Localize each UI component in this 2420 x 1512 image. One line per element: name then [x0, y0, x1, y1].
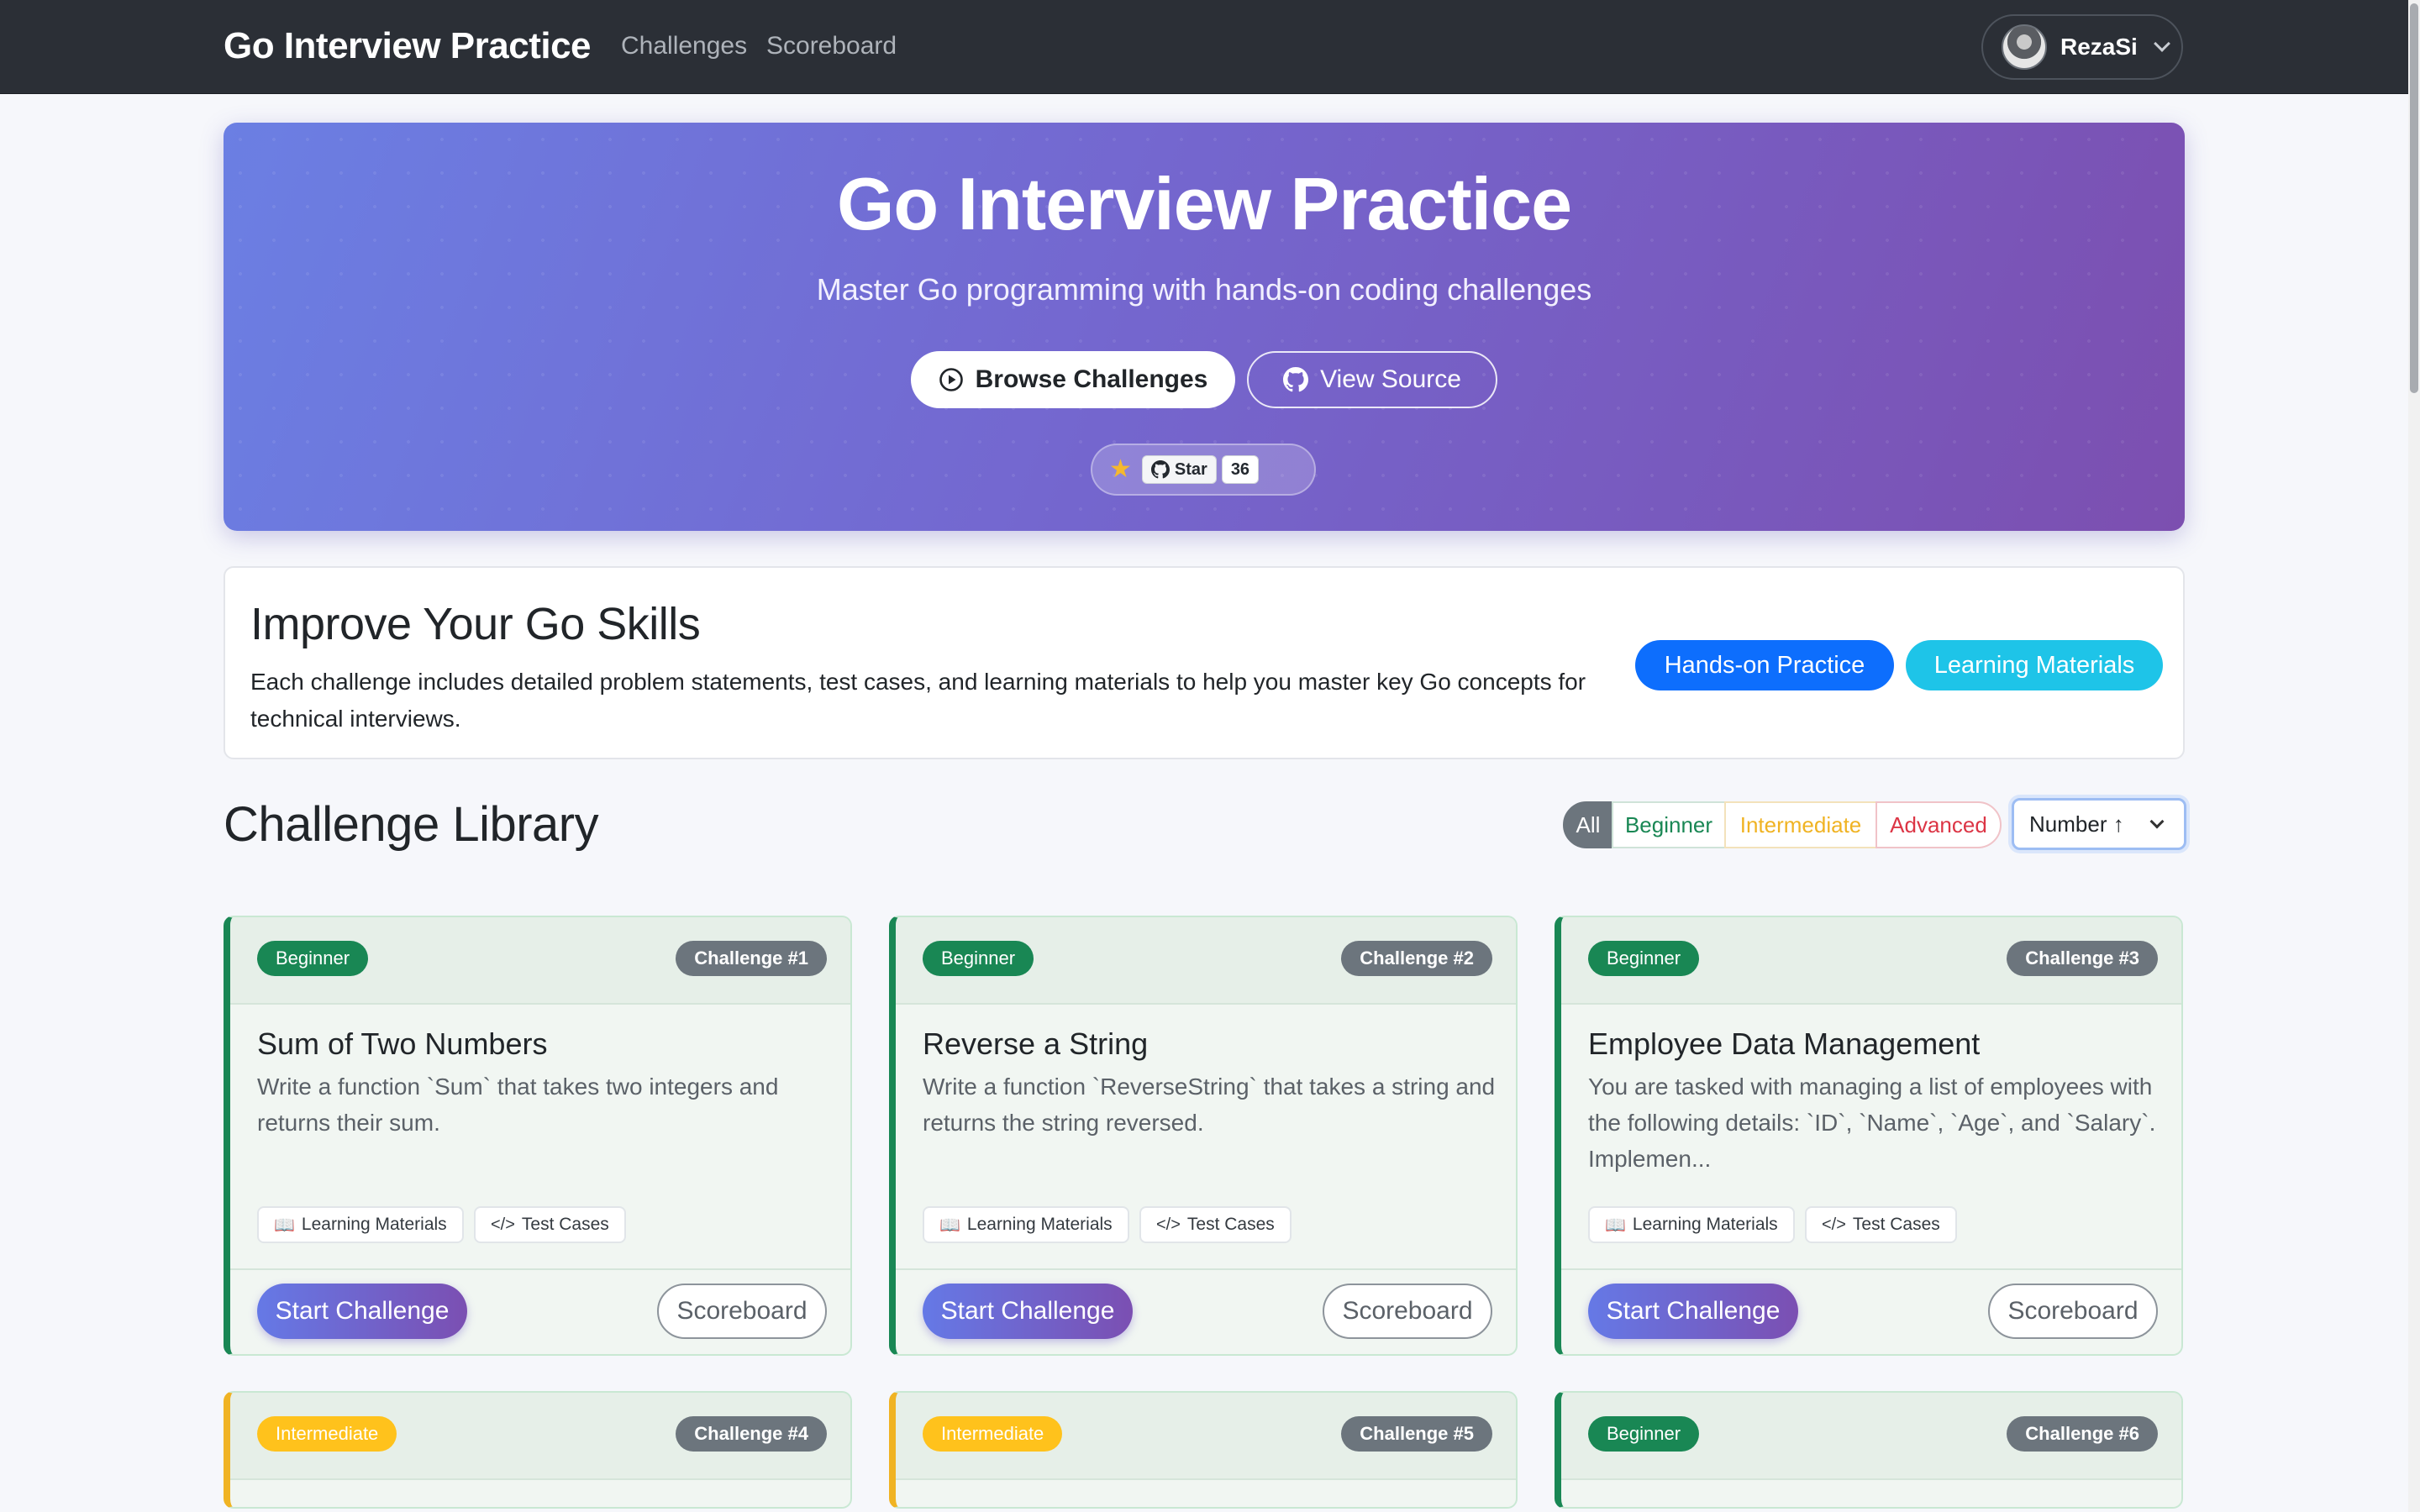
tag-label: Test Cases: [1852, 1215, 1940, 1234]
difficulty-badge: Beginner: [1588, 941, 1700, 976]
card-header: Beginner Challenge #2: [896, 917, 1516, 1005]
filter-all-button[interactable]: All: [1563, 801, 1613, 848]
improve-description: Each challenge includes detailed problem…: [250, 669, 1586, 732]
start-challenge-button[interactable]: Start Challenge: [923, 1284, 1133, 1339]
filter-beginner-button[interactable]: Beginner: [1612, 801, 1726, 848]
user-menu-button[interactable]: RezaSi: [1981, 14, 2183, 80]
challenge-title: Employee Data Management: [1588, 1026, 1981, 1061]
tag-label: Learning Materials: [966, 1215, 1113, 1234]
improve-skills-card: Improve Your Go Skills Each challenge in…: [224, 566, 2185, 759]
improve-title: Improve Your Go Skills: [250, 599, 701, 649]
challenge-number-badge: Challenge #3: [2007, 941, 2158, 976]
chevron-down-icon: [2153, 35, 2170, 52]
challenge-description: Write a function `ReverseString` that ta…: [923, 1074, 1496, 1136]
browse-challenges-label: Browse Challenges: [975, 365, 1208, 393]
challenge-number-badge: Challenge #6: [2007, 1416, 2158, 1452]
star-icon: ★: [1109, 455, 1132, 483]
filter-advanced-button[interactable]: Advanced: [1876, 801, 2002, 848]
card-footer: Start Challenge Scoreboard: [896, 1268, 1516, 1354]
hero-title: Go Interview Practice: [836, 162, 1572, 245]
github-star-count[interactable]: 36: [1221, 455, 1260, 484]
nav-link-scoreboard[interactable]: Scoreboard: [766, 32, 897, 60]
github-star-label: Star: [1174, 459, 1207, 479]
brand-logo[interactable]: Go Interview Practice: [224, 25, 592, 67]
scoreboard-button[interactable]: Scoreboard: [657, 1284, 827, 1339]
tag-label: Test Cases: [1186, 1215, 1275, 1234]
card-footer: Start Challenge Scoreboard: [1561, 1268, 2181, 1354]
challenge-card: Beginner Challenge #2 Reverse a String W…: [889, 916, 1518, 1356]
user-name: RezaSi: [2060, 34, 2138, 60]
challenge-number-badge: Challenge #5: [1341, 1416, 1492, 1452]
hero-banner: Go Interview Practice Master Go programm…: [224, 123, 2185, 531]
code-icon: </>: [1822, 1215, 1846, 1234]
difficulty-badge: Beginner: [923, 941, 1034, 976]
book-icon: 📖: [274, 1215, 295, 1235]
tag-label: Learning Materials: [301, 1215, 447, 1234]
scoreboard-button[interactable]: Scoreboard: [1323, 1284, 1492, 1339]
card-header: Beginner Challenge #3: [1561, 917, 2181, 1005]
challenge-card: Intermediate Challenge #5: [889, 1391, 1518, 1509]
scrollbar-thumb[interactable]: [2410, 3, 2418, 393]
challenge-card: Beginner Challenge #1 Sum of Two Numbers…: [224, 916, 852, 1356]
view-source-label: View Source: [1320, 365, 1461, 393]
github-star-button[interactable]: Star: [1141, 455, 1217, 484]
github-icon: [1150, 460, 1170, 479]
hero-subtitle: Master Go programming with hands-on codi…: [816, 272, 1592, 307]
difficulty-badge: Intermediate: [923, 1416, 1063, 1452]
card-footer: Start Challenge Scoreboard: [230, 1268, 850, 1354]
code-icon: </>: [491, 1215, 515, 1234]
challenge-card: Beginner Challenge #6: [1555, 1391, 2183, 1509]
github-star-widget: ★ Star 36: [1091, 444, 1316, 496]
card-header: Intermediate Challenge #4: [230, 1393, 850, 1480]
tag-label: Learning Materials: [1632, 1215, 1778, 1234]
test-cases-tag: </> Test Cases: [474, 1206, 626, 1243]
difficulty-badge: Beginner: [1588, 1416, 1700, 1452]
filter-intermediate-button[interactable]: Intermediate: [1724, 801, 1877, 848]
challenge-title: Reverse a String: [923, 1026, 1149, 1061]
card-header: Beginner Challenge #6: [1561, 1393, 2181, 1480]
hands-on-practice-badge: Hands-on Practice: [1635, 640, 1894, 690]
tag-label: Test Cases: [521, 1215, 609, 1234]
difficulty-badge: Intermediate: [257, 1416, 397, 1452]
browse-challenges-button[interactable]: Browse Challenges: [911, 351, 1235, 408]
card-header: Beginner Challenge #1: [230, 917, 850, 1005]
start-challenge-button[interactable]: Start Challenge: [1588, 1284, 1798, 1339]
challenge-card: Intermediate Challenge #4: [224, 1391, 852, 1509]
test-cases-tag: </> Test Cases: [1805, 1206, 1957, 1243]
start-challenge-button[interactable]: Start Challenge: [257, 1284, 467, 1339]
challenge-title: Sum of Two Numbers: [257, 1026, 548, 1061]
test-cases-tag: </> Test Cases: [1139, 1206, 1292, 1243]
challenge-number-badge: Challenge #4: [676, 1416, 827, 1452]
book-icon: 📖: [939, 1215, 960, 1235]
navbar: Go Interview Practice Challenges Scorebo…: [0, 0, 2408, 94]
challenge-description: Write a function `Sum` that takes two in…: [257, 1074, 779, 1136]
difficulty-badge: Beginner: [257, 941, 369, 976]
challenge-number-badge: Challenge #1: [676, 941, 827, 976]
challenge-number-badge: Challenge #2: [1341, 941, 1492, 976]
learning-materials-tag: 📖 Learning Materials: [257, 1206, 464, 1243]
nav-link-challenges[interactable]: Challenges: [621, 32, 747, 60]
github-icon: [1283, 367, 1309, 392]
challenge-description: You are tasked with managing a list of e…: [1588, 1074, 2156, 1172]
learning-materials-tag: 📖 Learning Materials: [923, 1206, 1129, 1243]
code-icon: </>: [1156, 1215, 1181, 1234]
sort-select[interactable]: Number ↑: [2012, 798, 2186, 850]
learning-materials-tag: 📖 Learning Materials: [1588, 1206, 1795, 1243]
play-circle-icon: [939, 367, 964, 392]
sort-value: Number ↑: [2029, 811, 2124, 837]
book-icon: 📖: [1605, 1215, 1626, 1235]
learning-materials-badge: Learning Materials: [1906, 640, 2163, 690]
view-source-button[interactable]: View Source: [1247, 351, 1497, 408]
scoreboard-button[interactable]: Scoreboard: [1988, 1284, 2158, 1339]
challenge-card: Beginner Challenge #3 Employee Data Mana…: [1555, 916, 2183, 1356]
avatar: [2002, 24, 2047, 70]
difficulty-filter: All Beginner Intermediate Advanced: [1563, 801, 2002, 848]
card-header: Intermediate Challenge #5: [896, 1393, 1516, 1480]
chevron-down-icon: [2149, 814, 2165, 829]
challenge-library-title: Challenge Library: [224, 797, 599, 852]
